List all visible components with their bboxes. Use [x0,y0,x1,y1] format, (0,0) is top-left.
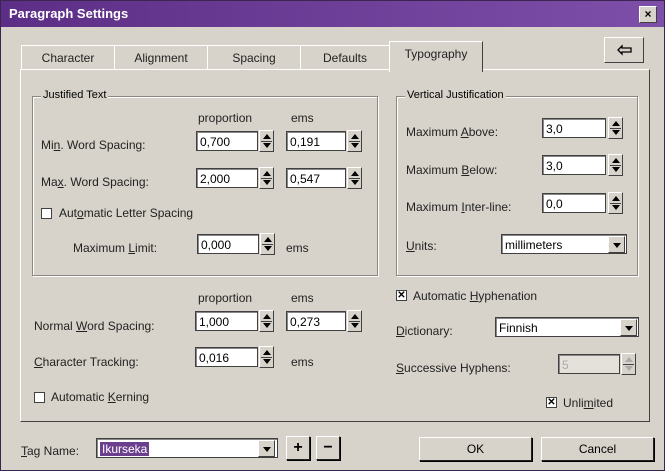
auto-kerning-checkbox[interactable] [34,392,45,403]
maximum-limit-spinner[interactable] [260,233,275,255]
auto-hyphenation-checkbox[interactable]: ✕ [396,290,407,301]
tab-alignment[interactable]: Alignment [114,45,208,70]
units-dropdown-button[interactable] [608,236,625,253]
max-word-ems-spinner[interactable] [347,167,362,189]
maximum-inter-line-input[interactable]: 0,0 [542,193,606,213]
max-word-ems-input[interactable]: 0,547 [286,168,346,188]
maximum-above-label: Maximum Above: [406,125,499,139]
ok-button[interactable]: OK [419,437,532,461]
min-word-proportion-spinner[interactable] [259,130,274,152]
character-tracking-unit: ems [291,355,314,369]
unlimited-label: Unlimited [563,396,614,410]
vertical-justification-title: Vertical Justification [405,89,506,101]
add-tag-button[interactable]: + [286,436,310,460]
unlimited-checkbox[interactable]: ✕ [546,397,557,408]
maximum-above-input[interactable]: 3,0 [542,118,606,138]
auto-hyphenation-label: Automatic Hyphenation [413,289,538,303]
successive-hyphens-spinner[interactable] [621,353,636,375]
chevron-down-icon [263,447,271,452]
maximum-below-label: Maximum Below: [406,163,498,177]
cancel-button[interactable]: Cancel [541,437,654,461]
character-tracking-label: Character Tracking: [34,355,139,369]
successive-hyphens-input[interactable]: 5 [558,354,620,374]
maximum-inter-line-label: Maximum Inter-line: [406,200,512,214]
maximum-limit-label: Maximum Limit: [73,241,158,255]
normal-word-spacing-label: Normal Word Spacing: [34,319,155,333]
ems-header: ems [291,111,314,125]
pin-icon [617,44,632,56]
auto-kerning-label: Automatic Kerning [51,390,150,404]
max-word-proportion-input[interactable]: 2,000 [196,168,258,188]
successive-hyphens-label: Successive Hyphens: [396,361,511,375]
normal-word-ems-input[interactable]: 0,273 [286,311,346,331]
chevron-down-icon [613,243,621,248]
window-title: Paragraph Settings [9,6,129,21]
min-word-spacing-label: Min. Word Spacing: [41,138,146,152]
min-word-ems-spinner[interactable] [347,130,362,152]
tab-character[interactable]: Character [21,45,115,70]
maximum-below-input[interactable]: 3,0 [542,155,606,175]
max-word-proportion-spinner[interactable] [259,167,274,189]
auto-letter-spacing-checkbox[interactable] [41,208,52,219]
tag-name-value: Ikurseka [100,442,150,456]
proportion-header: proportion [198,111,253,125]
maximum-limit-input[interactable]: 0,000 [197,234,259,254]
tag-name-select[interactable]: Ikurseka [96,438,278,458]
close-button[interactable]: × [639,6,657,23]
maximum-above-spinner[interactable] [608,117,623,139]
min-word-proportion-input[interactable]: 0,700 [196,131,258,151]
lower-proportion-header: proportion [198,291,253,305]
chevron-down-icon [625,326,633,331]
auto-letter-spacing-label: Automatic Letter Spacing [59,206,194,220]
character-tracking-input[interactable]: 0,016 [195,347,258,367]
justified-text-title: Justified Text [41,89,109,101]
tab-typography[interactable]: Typography [389,41,483,72]
normal-word-proportion-input[interactable]: 1,000 [195,311,258,331]
tab-defaults[interactable]: Defaults [300,45,390,70]
remove-tag-button[interactable]: − [316,436,340,460]
character-tracking-spinner[interactable] [259,346,274,368]
units-label: Units: [406,239,437,253]
dictionary-label: Dictionary: [396,324,453,338]
tag-name-label: Tag Name: [21,444,80,458]
maximum-inter-line-spinner[interactable] [608,192,623,214]
dictionary-select[interactable]: Finnish [495,317,639,337]
normal-word-proportion-spinner[interactable] [259,310,274,332]
maximum-below-spinner[interactable] [608,154,623,176]
title-bar[interactable]: Paragraph Settings × [1,1,664,27]
min-word-ems-input[interactable]: 0,191 [286,131,346,151]
normal-word-ems-spinner[interactable] [347,310,362,332]
max-word-spacing-label: Max. Word Spacing: [41,175,149,189]
tab-spacing[interactable]: Spacing [207,45,301,70]
maximum-limit-unit: ems [286,241,309,255]
pin-button[interactable] [604,37,644,63]
paragraph-settings-dialog: Paragraph Settings × Character Alignment… [0,0,665,471]
lower-ems-header: ems [291,291,314,305]
dictionary-dropdown-button[interactable] [620,319,637,336]
tag-name-dropdown-button[interactable] [258,440,275,457]
